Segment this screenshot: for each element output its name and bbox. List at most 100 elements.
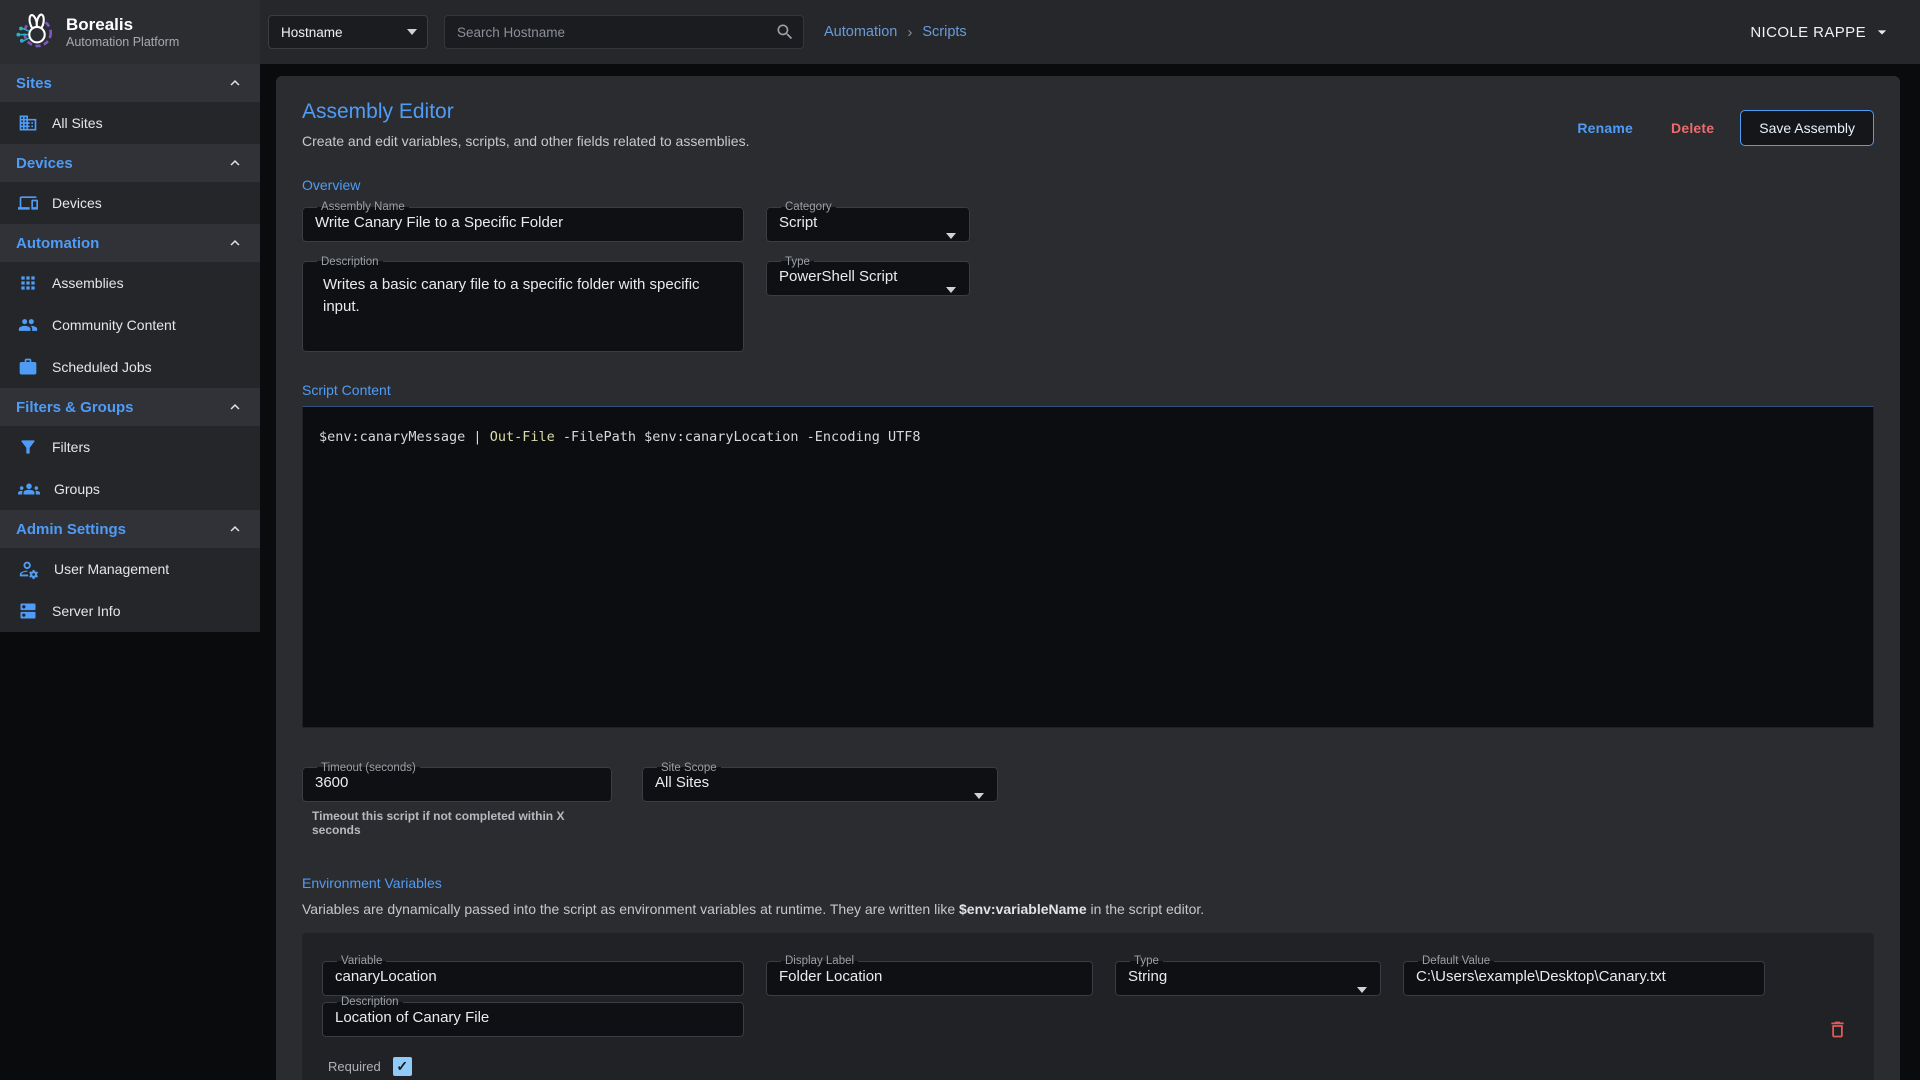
overview-section-label: Overview [302,177,1874,193]
save-assembly-button[interactable]: Save Assembly [1740,110,1874,146]
people-icon [18,315,38,335]
sidebar-item-all-sites[interactable]: All Sites [0,102,260,144]
sidebar-item-groups[interactable]: Groups [0,468,260,510]
sidebar-section-devices[interactable]: Devices [0,144,260,182]
timeout-value: 3600 [315,774,599,791]
sidebar-item-label: User Management [54,561,169,577]
breadcrumb: Automation › Scripts [824,24,967,41]
user-menu[interactable]: NICOLE RAPPE [1750,22,1892,42]
display-label-label: Display Label [781,955,858,968]
section-label: Devices [16,155,73,172]
chevron-up-icon [226,234,244,252]
content-area: Assembly Editor Create and edit variable… [260,64,1920,1080]
sidebar-item-assemblies[interactable]: Assemblies [0,262,260,304]
sidebar-item-label: Groups [54,481,100,497]
assembly-name-field[interactable]: Assembly Name Write Canary File to a Spe… [302,201,744,242]
required-row: Required [322,1057,1854,1076]
sidebar-item-filters[interactable]: Filters [0,426,260,468]
hostname-search [444,15,804,49]
header-actions: Rename Delete Save Assembly [1565,110,1874,146]
default-value-field[interactable]: Default Value C:\Users\example\Desktop\C… [1403,955,1765,996]
variable-description-label: Description [337,996,403,1009]
brand-name: Borealis [66,15,179,35]
description-field[interactable]: Description Writes a basic canary file t… [302,256,744,352]
timeout-label: Timeout (seconds) [317,762,420,775]
delete-button[interactable]: Delete [1659,112,1726,144]
category-select[interactable]: Category Script [766,201,970,242]
type-value: PowerShell Script [779,268,957,285]
sidebar-item-label: Filters [52,439,90,455]
variable-type-value: String [1128,968,1368,985]
environment-variables-description: Variables are dynamically passed into th… [302,901,1874,917]
briefcase-icon [18,357,38,377]
building-icon [18,113,38,133]
sidebar-section-sites[interactable]: Sites [0,64,260,102]
variable-type-select[interactable]: Type String [1115,955,1381,996]
sidebar-item-community-content[interactable]: Community Content [0,304,260,346]
sidebar-section-filters-groups[interactable]: Filters & Groups [0,388,260,426]
user-gear-icon [18,558,40,580]
sidebar-item-user-management[interactable]: User Management [0,548,260,590]
breadcrumb-scripts[interactable]: Scripts [922,24,966,40]
environment-variables-label: Environment Variables [302,875,1874,891]
main-column: Hostname Automation › Scripts NICOLE RAP… [260,0,1920,1080]
code-cmdlet: Out-File [490,429,555,445]
script-content-section: Script Content $env:canaryMessage | Out-… [302,382,1874,728]
code-text: $env:canaryMessage | [319,429,490,445]
section-label: Admin Settings [16,521,126,538]
topbar: Hostname Automation › Scripts NICOLE RAP… [260,0,1920,64]
groups-icon [18,478,40,500]
breadcrumb-automation[interactable]: Automation [824,24,897,40]
brand-header: Borealis Automation Platform [0,0,260,64]
display-label-value: Folder Location [779,968,1080,985]
sidebar-section-automation[interactable]: Automation [0,224,260,262]
hostname-filter-select[interactable]: Hostname [268,15,428,49]
chevron-up-icon [226,398,244,416]
variable-description-field[interactable]: Description Location of Canary File [322,996,744,1037]
sidebar-item-devices[interactable]: Devices [0,182,260,224]
chevron-down-icon [1872,22,1892,42]
variable-type-label: Type [1130,955,1163,968]
page-title: Assembly Editor [302,100,749,124]
script-content-label: Script Content [302,382,1874,398]
type-select[interactable]: Type PowerShell Script [766,256,970,297]
environment-variable-row: Variable canaryLocation Display Label Fo… [322,955,1854,996]
timeout-block: Timeout (seconds) 3600 Timeout this scri… [302,762,612,838]
env-desc-text: in the script editor. [1087,901,1205,917]
sidebar-item-scheduled-jobs[interactable]: Scheduled Jobs [0,346,260,388]
rename-button[interactable]: Rename [1565,112,1645,144]
execution-settings-section: Timeout (seconds) 3600 Timeout this scri… [302,762,1874,838]
chevron-up-icon [226,74,244,92]
chevron-down-icon [407,29,417,35]
sidebar-section-admin-settings[interactable]: Admin Settings [0,510,260,548]
overview-section: Overview Assembly Name Write Canary File… [302,177,1874,352]
sidebar-item-label: All Sites [52,115,103,131]
display-label-field[interactable]: Display Label Folder Location [766,955,1093,996]
timeout-row: Timeout (seconds) 3600 Timeout this scri… [302,762,1874,838]
env-desc-code: $env:variableName [959,901,1087,917]
variable-name-field[interactable]: Variable canaryLocation [322,955,744,996]
chevron-up-icon [226,154,244,172]
script-code-editor[interactable]: $env:canaryMessage | Out-File -FilePath … [302,406,1874,728]
sidebar-item-server-info[interactable]: Server Info [0,590,260,632]
default-value-label: Default Value [1418,955,1494,968]
devices-icon [18,193,38,213]
brand-text: Borealis Automation Platform [66,15,179,49]
sidebar-item-label: Scheduled Jobs [52,359,152,375]
env-desc-text: Variables are dynamically passed into th… [302,901,959,917]
panel-header: Assembly Editor Create and edit variable… [302,100,1874,149]
user-name: NICOLE RAPPE [1750,24,1866,41]
section-label: Filters & Groups [16,399,134,416]
environment-variable-card: Variable canaryLocation Display Label Fo… [302,933,1874,1080]
section-label: Sites [16,75,52,92]
hostname-select-value: Hostname [281,25,343,40]
app-root: Borealis Automation Platform Sites All S… [0,0,1920,1080]
timeout-field[interactable]: Timeout (seconds) 3600 [302,762,612,803]
required-label: Required [328,1059,381,1074]
delete-variable-button[interactable] [1827,1019,1848,1043]
search-input[interactable] [444,15,804,49]
site-scope-value: All Sites [655,774,985,791]
required-checkbox[interactable] [393,1057,412,1076]
site-scope-select[interactable]: Site Scope All Sites [642,762,998,803]
sidebar-item-label: Community Content [52,317,176,333]
